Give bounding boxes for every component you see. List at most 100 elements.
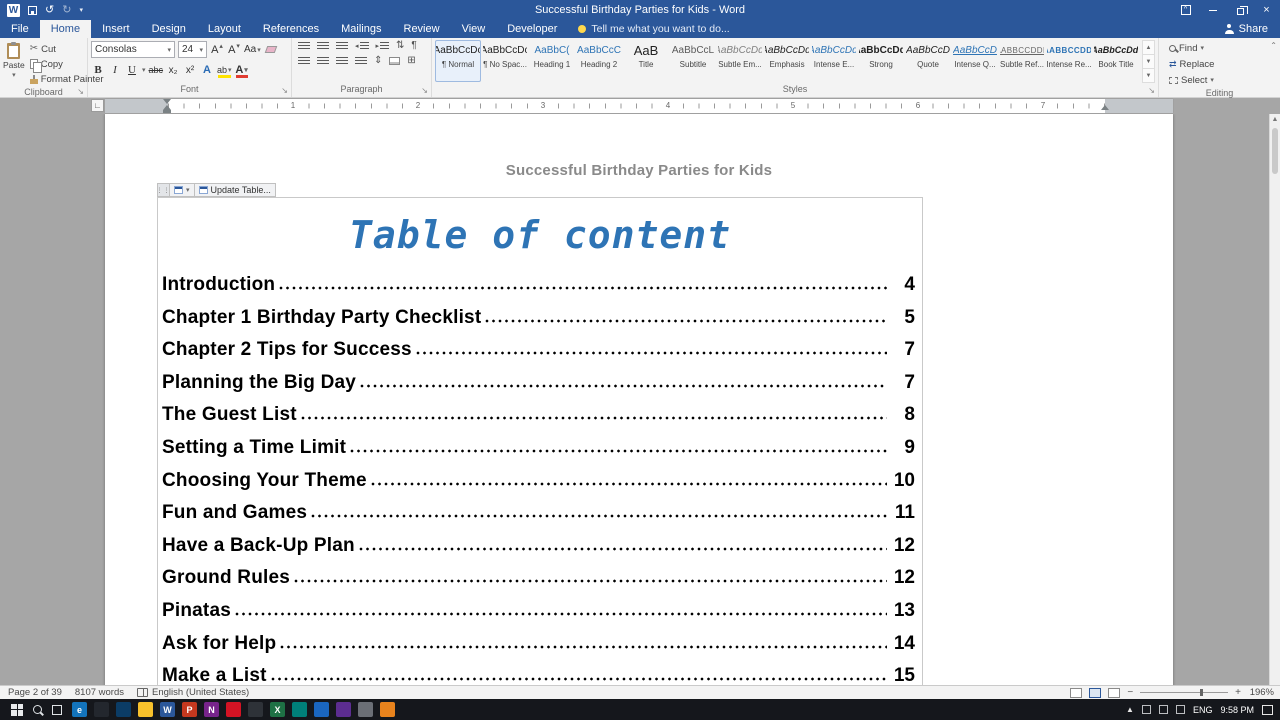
highlight-color-button[interactable]: ab ▾ [217,62,232,78]
style-chip[interactable]: AaBbCcL Subtitle [670,40,716,82]
clear-formatting-button[interactable] [264,42,278,58]
align-right-icon[interactable] [336,56,348,66]
toc-menu-button[interactable]: ▾ [170,183,195,197]
increase-indent-button[interactable]: ▸ [376,41,390,51]
text-effects-button[interactable]: A [200,62,214,78]
style-chip[interactable]: AaBbCcDc ¶ No Spac... [482,40,528,82]
pinned-app-icon[interactable] [292,702,307,717]
pinned-app-icon[interactable]: W [160,702,175,717]
tray-icon[interactable] [1141,705,1151,714]
superscript-button[interactable]: x² [183,62,197,78]
taskbar-search-icon[interactable] [33,705,42,714]
ribbon-tab[interactable]: View [451,20,497,38]
toc-entry[interactable]: Have a Back-Up Plan 12 [162,530,915,563]
ribbon-tab[interactable]: File [0,20,40,38]
multilevel-list-icon[interactable] [336,41,348,51]
pinned-app-icon[interactable]: N [204,702,219,717]
underline-dropdown-icon[interactable]: ▾ [142,66,146,74]
pinned-app-icon[interactable] [138,702,153,717]
styles-dialog-launcher[interactable]: ↘ [1148,87,1155,95]
style-chip[interactable]: AaBbCcDdI Book Title [1093,40,1139,82]
align-left-icon[interactable] [298,56,310,66]
vertical-scrollbar[interactable]: ▲ [1269,114,1280,685]
bullets-icon[interactable] [298,41,310,51]
ribbon-tab[interactable]: Home [39,20,92,38]
collapse-ribbon-icon[interactable]: ⌃ [1270,41,1277,50]
paste-dropdown-icon[interactable]: ▾ [12,71,16,79]
ribbon-tab[interactable]: Layout [197,20,252,38]
tray-icon[interactable] [1158,705,1168,714]
pinned-app-icon[interactable]: e [72,702,87,717]
grow-font-button[interactable]: A ▴ [210,42,224,58]
style-chip[interactable]: AaBbCcD Quote [905,40,951,82]
toc-entry[interactable]: Fun and Games 11 [162,497,915,530]
pinned-app-icon[interactable]: X [270,702,285,717]
first-line-indent-marker[interactable] [163,99,171,104]
toc-drag-handle[interactable]: ⋮⋮ [157,183,170,197]
underline-button[interactable]: U [125,62,139,78]
zoom-level[interactable]: 196% [1248,687,1274,698]
toc-entry[interactable]: Setting a Time Limit 9 [162,432,915,465]
save-icon[interactable] [28,5,37,15]
ribbon-display-options-button[interactable]: ^ [1172,0,1199,20]
italic-button[interactable]: I [108,62,122,78]
sort-icon[interactable]: ⇅ [396,41,404,51]
word-count[interactable]: 8107 words [75,687,124,698]
ribbon-tab[interactable]: Insert [91,20,141,38]
font-color-button[interactable]: A ▾ [235,62,249,78]
ribbon-tab[interactable]: Mailings [330,20,392,38]
minimize-button[interactable] [1199,0,1226,20]
update-table-button[interactable]: Update Table... [194,183,276,197]
style-chip[interactable]: AaBbCcDdl Emphasis [764,40,810,82]
find-button[interactable]: Find ▾ [1169,41,1277,55]
toc-entry[interactable]: Chapter 2 Tips for Success 7 [162,334,915,367]
numbering-icon[interactable] [317,41,329,51]
task-view-icon[interactable] [52,704,62,715]
share-button[interactable]: Share [1224,20,1280,38]
page-indicator[interactable]: Page 2 of 39 [8,687,62,698]
action-center-icon[interactable] [1262,704,1273,715]
zoom-slider[interactable] [1140,689,1229,696]
zoom-in-button[interactable]: + [1235,687,1241,698]
style-chip[interactable]: AaBbCcDc ¶ Normal [435,40,481,82]
qat-customize-icon[interactable]: ▾ [79,7,83,14]
read-mode-button[interactable] [1070,687,1083,698]
align-center-icon[interactable] [317,56,329,66]
pilcrow-icon[interactable]: ¶ [411,41,416,51]
print-layout-button[interactable] [1089,687,1102,698]
toc-entry[interactable]: Choosing Your Theme 10 [162,465,915,498]
scroll-up-icon[interactable]: ▲ [1270,114,1280,126]
font-dialog-launcher[interactable]: ↘ [281,87,288,95]
close-button[interactable]: × [1253,0,1280,20]
shrink-font-button[interactable]: A ▾ [227,42,241,58]
shading-icon[interactable] [389,57,401,65]
tray-expand-icon[interactable]: ▲ [1126,705,1134,714]
tray-icon[interactable] [1175,705,1185,714]
toc-entry[interactable]: Introduction 4 [162,269,915,302]
replace-button[interactable]: ⇄ Replace [1169,57,1277,71]
select-button[interactable]: Select ▾ [1169,73,1277,87]
borders-icon[interactable]: ⊞ [407,56,415,66]
toc-entry[interactable]: Pinatas 13 [162,595,915,628]
redo-icon[interactable]: ↻ [62,4,71,16]
web-layout-button[interactable] [1108,687,1121,698]
clipboard-dialog-launcher[interactable]: ↘ [77,88,84,96]
decrease-indent-button[interactable]: ◂ [355,41,369,51]
style-chip[interactable]: AaBbCcD Intense Q... [952,40,998,82]
pinned-app-icon[interactable] [314,702,329,717]
scrollbar-thumb[interactable] [1272,128,1278,174]
style-chip[interactable]: AABBCCDDE Subtle Ref... [999,40,1045,82]
undo-icon[interactable]: ↺ [45,4,54,16]
paragraph-dialog-launcher[interactable]: ↘ [421,87,428,95]
font-size-select[interactable]: 24 ▾ [178,41,207,58]
pinned-app-icon[interactable]: P [182,702,197,717]
right-indent-marker[interactable] [1101,105,1109,110]
style-chip[interactable]: AaBbCcDdl Strong [858,40,904,82]
style-chip[interactable]: AaBbCcDdl Subtle Em... [717,40,763,82]
bold-button[interactable]: B [91,62,105,78]
pinned-app-icon[interactable] [94,702,109,717]
start-button[interactable] [11,703,23,716]
restore-button[interactable] [1226,0,1253,20]
pinned-app-icon[interactable] [116,702,131,717]
tell-me-box[interactable]: Tell me what you want to do... [578,20,730,38]
